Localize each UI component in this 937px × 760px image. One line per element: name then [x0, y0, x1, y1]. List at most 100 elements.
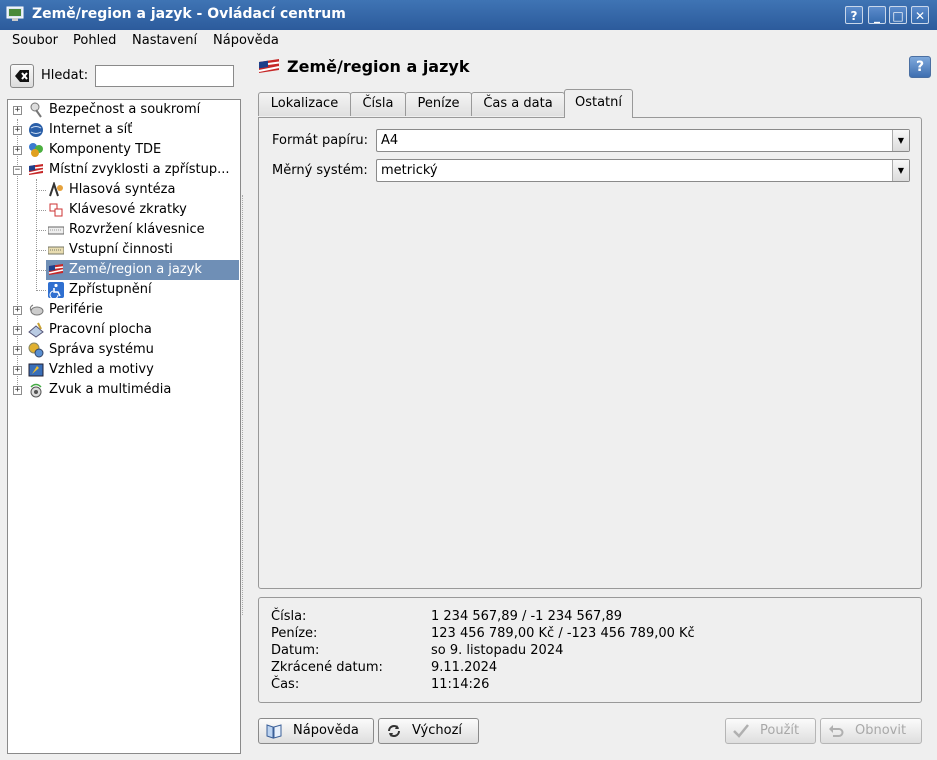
tree-item-sprava-systemu[interactable]: + Správa systému	[8, 340, 239, 360]
tree-item-hlasova-synteza[interactable]: Hlasová syntéza	[8, 180, 239, 200]
tree-item-komponenty[interactable]: + Komponenty TDE	[8, 140, 239, 160]
tree-item-label: Pracovní plocha	[49, 322, 152, 337]
chevron-down-icon: ▼	[892, 160, 909, 181]
tab-cisla[interactable]: Čísla	[350, 92, 406, 116]
preview-numbers-value: 1 234 567,89 / -1 234 567,89	[431, 609, 623, 624]
tree-item-bezpecnost[interactable]: + Bezpečnost a soukromí	[8, 100, 239, 120]
tree-item-label: Klávesové zkratky	[69, 202, 187, 217]
tree-item-label: Vzhled a motivy	[49, 362, 154, 377]
preview-numbers-label: Čísla:	[271, 609, 307, 624]
tree-item-label: Hlasová syntéza	[69, 182, 176, 197]
tree-item-zeme-region[interactable]: Země/region a jazyk	[46, 260, 239, 280]
desktop-icon	[28, 322, 44, 338]
menu-bar: Soubor Pohled Nastavení Nápověda	[0, 30, 937, 52]
sound-icon	[30, 383, 42, 398]
security-icon	[30, 102, 42, 118]
help-button[interactable]: Nápověda	[258, 718, 374, 744]
tree-item-internet[interactable]: + Internet a síť	[8, 120, 239, 140]
tree-item-zvuk-multimedia[interactable]: + Zvuk a multimédia	[8, 380, 239, 400]
help-book-icon	[266, 724, 282, 739]
format-preview: Čísla: 1 234 567,89 / -1 234 567,89 Pení…	[258, 597, 922, 703]
preview-date-value: so 9. listopadu 2024	[431, 643, 564, 658]
apply-button-label: Použít	[760, 723, 800, 738]
expand-icon[interactable]: +	[13, 386, 22, 395]
menu-soubor[interactable]: Soubor	[12, 33, 58, 48]
tree-item-label: Rozvržení klávesnice	[69, 222, 205, 237]
preview-short-date-value: 9.11.2024	[431, 660, 498, 675]
tree-item-label: Zpřístupnění	[69, 282, 152, 297]
search-input[interactable]	[95, 65, 234, 87]
menu-pohled[interactable]: Pohled	[73, 33, 116, 48]
window-close-button[interactable]: ✕	[911, 6, 929, 24]
expand-icon[interactable]: +	[13, 326, 22, 335]
whats-this-help-icon[interactable]: ?	[909, 56, 931, 78]
expand-icon[interactable]: +	[13, 106, 22, 115]
preview-time-label: Čas:	[271, 677, 300, 692]
tab-panel-ostatni: Formát papíru: A4 ▼ Měrný systém: metric…	[258, 117, 922, 589]
speech-icon	[49, 182, 63, 197]
chevron-down-icon: ▼	[892, 130, 909, 151]
tab-penize[interactable]: Peníze	[405, 92, 472, 116]
menu-nastaveni[interactable]: Nastavení	[132, 33, 197, 48]
keyboard-icon	[48, 246, 64, 255]
undo-icon	[829, 725, 844, 737]
apply-button[interactable]: Použít	[725, 718, 816, 744]
expand-icon[interactable]: +	[13, 126, 22, 135]
tree-item-zpristupneni[interactable]: Zpřístupnění	[8, 280, 239, 300]
checkmark-icon	[733, 724, 749, 738]
defaults-button-label: Výchozí	[412, 723, 463, 738]
system-admin-icon	[28, 342, 44, 358]
paper-format-label: Formát papíru:	[272, 133, 368, 148]
tree-item-vzhled-motivy[interactable]: + Vzhled a motivy	[8, 360, 239, 380]
preview-time-value: 11:14:26	[431, 677, 490, 692]
window-help-button[interactable]: ?	[845, 6, 863, 24]
tree-item-periferie[interactable]: + Periférie	[8, 300, 239, 320]
expand-icon[interactable]: +	[13, 346, 22, 355]
tree-item-label: Komponenty TDE	[49, 142, 162, 157]
tree-item-mistni-zvyklosti[interactable]: − Místní zvyklosti a zpřístup...	[8, 160, 239, 180]
shortcuts-icon	[49, 203, 63, 217]
reset-button[interactable]: Obnovit	[820, 718, 922, 744]
window-maximize-button[interactable]: □	[889, 6, 907, 24]
control-center-icon	[6, 6, 24, 21]
window-title: Země/region a jazyk - Ovládací centrum	[32, 6, 346, 22]
expand-icon[interactable]: +	[13, 306, 22, 315]
keyboard-layout-icon	[48, 226, 64, 235]
measure-system-label: Měrný systém:	[272, 163, 368, 178]
tab-cas-a-data[interactable]: Čas a data	[471, 92, 565, 116]
clear-icon	[15, 70, 29, 82]
measure-system-select[interactable]: metrický ▼	[376, 159, 910, 182]
expand-icon[interactable]: +	[13, 366, 22, 375]
expand-icon[interactable]: +	[13, 146, 22, 155]
tree-item-label: Správa systému	[49, 342, 154, 357]
paper-format-value: A4	[381, 133, 399, 148]
page-title: Země/region a jazyk	[287, 57, 470, 76]
page-flag-icon	[258, 59, 280, 73]
tree-item-label: Místní zvyklosti a zpřístup...	[49, 162, 230, 177]
title-bar[interactable]: Země/region a jazyk - Ovládací centrum ?…	[0, 0, 937, 30]
reload-icon	[388, 725, 400, 737]
tab-ostatni[interactable]: Ostatní	[564, 89, 633, 118]
tree-item-rozvrzeni-klavesnice[interactable]: Rozvržení klávesnice	[8, 220, 239, 240]
measure-system-value: metrický	[381, 163, 438, 178]
panel-splitter[interactable]	[242, 195, 245, 615]
paper-format-select[interactable]: A4 ▼	[376, 129, 910, 152]
tree-item-pracovni-plocha[interactable]: + Pracovní plocha	[8, 320, 239, 340]
globe-icon	[29, 123, 43, 137]
tab-lokalizace[interactable]: Lokalizace	[258, 92, 351, 116]
menu-napoveda[interactable]: Nápověda	[213, 33, 279, 48]
clear-search-button[interactable]	[10, 64, 34, 88]
reset-button-label: Obnovit	[855, 723, 907, 738]
defaults-button[interactable]: Výchozí	[378, 718, 479, 744]
tree-item-vstupni-cinnosti[interactable]: Vstupní činnosti	[8, 240, 239, 260]
preview-money-value: 123 456 789,00 Kč / -123 456 789,00 Kč	[431, 626, 695, 641]
tree-item-label: Internet a síť	[49, 122, 133, 137]
tree-item-klavesove-zkratky[interactable]: Klávesové zkratky	[8, 200, 239, 220]
tree-item-label: Země/region a jazyk	[69, 262, 202, 277]
components-icon	[29, 143, 43, 157]
window-minimize-button[interactable]: _	[868, 6, 886, 24]
tree-guide	[37, 270, 46, 271]
peripherals-icon	[29, 304, 44, 316]
module-tree[interactable]: + Bezpečnost a soukromí + Internet a síť…	[7, 99, 241, 754]
collapse-icon[interactable]: −	[13, 166, 22, 175]
